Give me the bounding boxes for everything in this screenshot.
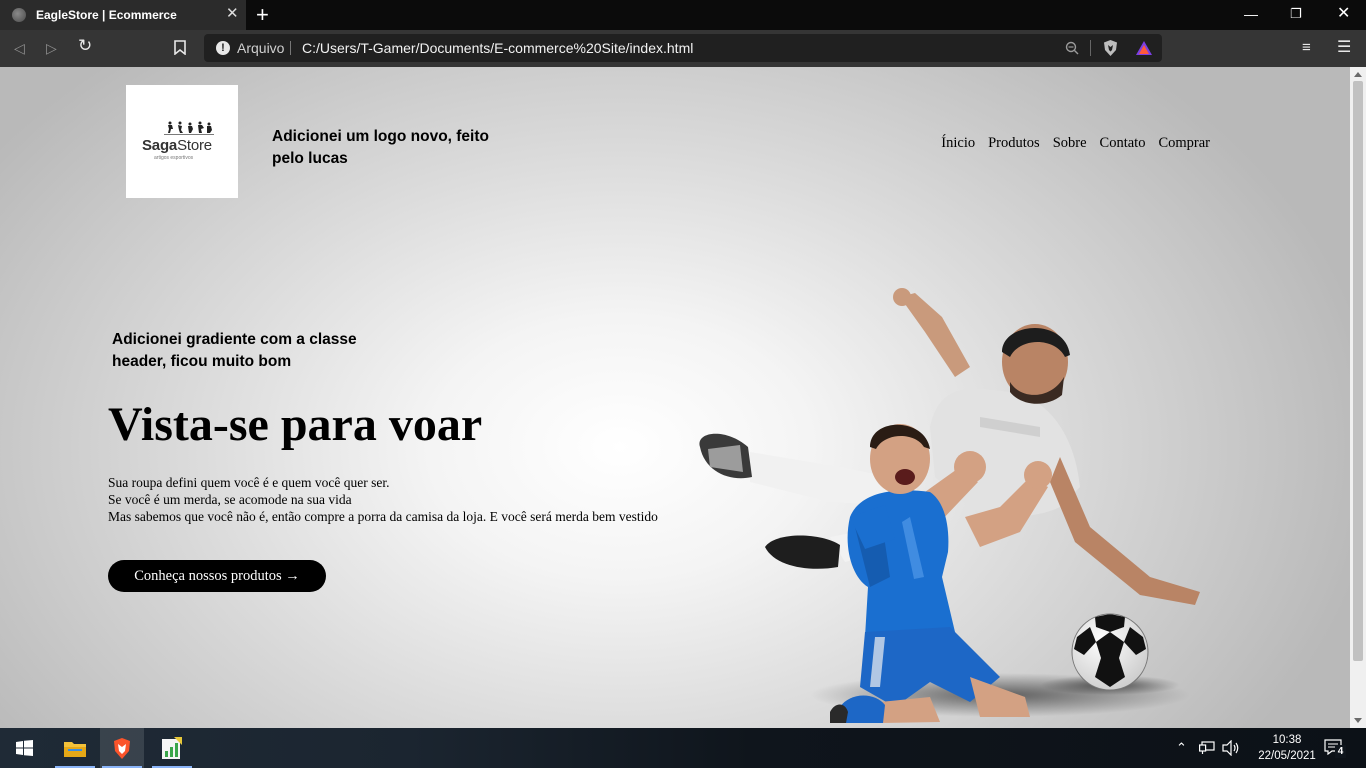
info-icon[interactable]: ! bbox=[216, 41, 230, 55]
hero-paragraph-line: Sua roupa defini quem você é e quem você… bbox=[108, 475, 390, 490]
page-viewport: SagaStore artigos esportivos Adicionei u… bbox=[0, 67, 1366, 728]
logo-tagline: artigos esportivos bbox=[154, 155, 194, 161]
header-note: Adicionei um logo novo, feito pelo lucas bbox=[272, 128, 489, 167]
cta-products-button[interactable]: Conheça nossos produtos → bbox=[108, 560, 326, 592]
address-separator bbox=[290, 41, 291, 55]
minimize-icon[interactable]: — bbox=[1244, 6, 1258, 22]
chart-app-icon bbox=[162, 737, 182, 759]
address-url[interactable]: C:/Users/T-Gamer/Documents/E-commerce%20… bbox=[302, 40, 693, 56]
brave-rewards-icon[interactable] bbox=[1135, 40, 1153, 56]
menu-icon[interactable]: ☰ bbox=[1337, 40, 1351, 56]
brave-shield-icon[interactable] bbox=[1102, 39, 1119, 57]
clock-time: 10:38 bbox=[1272, 734, 1302, 746]
main-navigation: Ínicio Produtos Sobre Contato Comprar bbox=[941, 135, 1210, 152]
notification-count-badge: 4 bbox=[1335, 745, 1346, 758]
hero-title: Vista-se para voar bbox=[108, 398, 483, 451]
omnibox-divider bbox=[1090, 40, 1091, 56]
file-explorer-icon bbox=[64, 742, 86, 757]
browser-tab-bar: EagleStore | Ecommerce ✕ + — ❐ ✕ bbox=[0, 0, 1366, 30]
tray-overflow-chevron-icon[interactable]: ⌃ bbox=[1176, 740, 1187, 756]
hero-paragraph-line: Se você é um merda, se acomode na sua vi… bbox=[108, 492, 352, 507]
scroll-up-arrow-icon[interactable] bbox=[1354, 72, 1362, 77]
nav-link-sobre[interactable]: Sobre bbox=[1053, 135, 1087, 152]
window-close-icon[interactable]: ✕ bbox=[1337, 6, 1350, 22]
close-icon[interactable]: ✕ bbox=[226, 6, 239, 22]
reload-icon[interactable]: ↻ bbox=[78, 37, 92, 54]
zoom-icon[interactable] bbox=[1065, 41, 1079, 55]
globe-icon bbox=[12, 8, 26, 22]
notification-center[interactable]: 4 bbox=[1324, 739, 1346, 758]
nav-link-produtos[interactable]: Produtos bbox=[988, 135, 1040, 152]
nav-link-contato[interactable]: Contato bbox=[1100, 135, 1146, 152]
brave-browser-icon bbox=[114, 738, 130, 759]
tab-title: EagleStore | Ecommerce bbox=[36, 8, 177, 22]
restore-icon[interactable]: ❐ bbox=[1290, 6, 1302, 22]
windows-start-icon[interactable] bbox=[16, 740, 33, 756]
athletes-logo-icon bbox=[164, 121, 214, 135]
scroll-thumb[interactable] bbox=[1353, 81, 1363, 661]
scroll-down-arrow-icon[interactable] bbox=[1354, 718, 1362, 723]
site-logo[interactable]: SagaStore artigos esportivos bbox=[126, 85, 238, 198]
new-tab-button[interactable]: + bbox=[256, 3, 269, 27]
network-icon[interactable] bbox=[1199, 741, 1215, 755]
nav-link-inicio[interactable]: Ínicio bbox=[941, 135, 975, 152]
address-scheme-label: Arquivo bbox=[237, 40, 285, 56]
address-bar[interactable]: ! Arquivo C:/Users/T-Gamer/Documents/E-c… bbox=[204, 34, 1162, 62]
soccer-players-image bbox=[699, 288, 1200, 723]
windows-taskbar: ⌃ 10:38 22/05/2021 4 bbox=[0, 728, 1366, 768]
hero-paragraph: Sua roupa defini quem você é e quem você… bbox=[108, 474, 668, 525]
forward-icon[interactable]: ▷ bbox=[46, 40, 57, 56]
taskbar-brave[interactable] bbox=[100, 728, 144, 768]
hero-note: Adicionei gradiente com a classe header,… bbox=[112, 331, 357, 370]
bookmark-icon[interactable] bbox=[174, 40, 186, 55]
soccer-ball-icon bbox=[1071, 613, 1149, 691]
player-white-kit bbox=[699, 288, 1200, 605]
clock-date: 22/05/2021 bbox=[1258, 750, 1316, 762]
system-clock[interactable]: 10:38 22/05/2021 bbox=[1258, 732, 1316, 764]
browser-tab-active[interactable]: EagleStore | Ecommerce ✕ bbox=[0, 0, 246, 30]
taskbar-chart-app[interactable] bbox=[150, 728, 194, 768]
page-scrollbar[interactable] bbox=[1350, 67, 1366, 728]
volume-icon[interactable] bbox=[1222, 740, 1240, 756]
taskbar-file-explorer[interactable] bbox=[53, 728, 97, 768]
playlist-icon[interactable]: ≡ bbox=[1302, 40, 1311, 56]
back-icon[interactable]: ◁ bbox=[14, 40, 25, 56]
hero-paragraph-line: Mas sabemos que você não é, então compre… bbox=[108, 509, 658, 524]
nav-link-comprar[interactable]: Comprar bbox=[1158, 135, 1210, 152]
logo-brand: SagaStore bbox=[142, 137, 212, 154]
